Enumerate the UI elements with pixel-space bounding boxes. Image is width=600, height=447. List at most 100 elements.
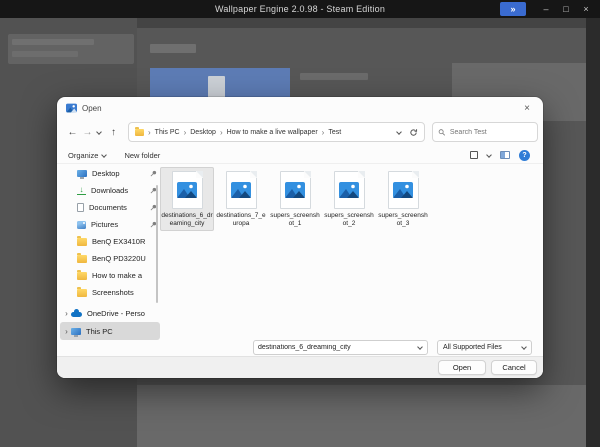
address-bar[interactable]: › This PC › Desktop › How to make a live…: [128, 122, 425, 142]
breadcrumb-item-this-pc[interactable]: This PC: [155, 129, 180, 136]
app-titlebar: Wallpaper Engine 2.0.98 - Steam Edition …: [0, 0, 600, 18]
sidebar-item-label: Pictures: [91, 220, 150, 229]
notification-flyout-button[interactable]: »: [500, 2, 526, 16]
file-name: supers_screenshot_1: [269, 212, 321, 228]
dialog-close-button[interactable]: ×: [520, 97, 534, 119]
breadcrumb-separator: ›: [322, 128, 325, 137]
recent-locations-chevron-icon[interactable]: [96, 129, 102, 135]
up-icon[interactable]: ↑: [106, 127, 121, 138]
file-name-combo: [253, 340, 428, 355]
documents-icon: [77, 203, 84, 212]
folder-icon: [135, 129, 144, 136]
open-button[interactable]: Open: [438, 360, 486, 375]
help-icon[interactable]: ?: [519, 150, 530, 161]
dialog-footer: File name: All Supported Files Open Canc…: [57, 337, 543, 378]
sidebar-item-label: BenQ EX3410R: [92, 237, 160, 246]
search-icon: [438, 128, 446, 137]
sidebar-item-label: Documents: [89, 203, 150, 212]
file-name-input[interactable]: [254, 344, 418, 351]
search-box[interactable]: [432, 122, 538, 142]
breadcrumb-item-how-to-make[interactable]: How to make a live wallpaper: [227, 129, 318, 136]
pictures-icon: [77, 221, 86, 229]
background-heading: [150, 44, 196, 53]
file-name: destinations_7_europa: [215, 212, 267, 228]
open-dialog-icon: [66, 103, 77, 113]
preview-pane-icon[interactable]: [500, 151, 510, 159]
back-icon[interactable]: ←: [65, 127, 80, 138]
sidebar-item-how-to-make[interactable]: How to make a: [60, 267, 160, 284]
sidebar-scrollbar[interactable]: [156, 185, 158, 303]
background-content-area: [137, 385, 586, 447]
file-item-destinations-7[interactable]: destinations_7_europa: [214, 167, 268, 231]
address-dropdown-chevron-icon[interactable]: [396, 129, 402, 135]
sidebar-item-label: Screenshots: [92, 288, 160, 297]
background-text-row: [12, 39, 94, 45]
sidebar-item-label: This PC: [86, 327, 160, 336]
image-file-icon: [334, 171, 365, 209]
sidebar-item-pictures[interactable]: Pictures: [60, 216, 160, 233]
folder-icon: [77, 238, 87, 246]
expand-chevron-icon[interactable]: ›: [62, 327, 71, 336]
file-type-chevron-icon: [521, 344, 527, 350]
background-right-edge: [586, 18, 600, 447]
dialog-toolbar: Organize New folder ?: [57, 147, 543, 164]
search-input[interactable]: [450, 129, 532, 136]
new-folder-button[interactable]: New folder: [124, 151, 160, 160]
image-file-icon: [172, 171, 203, 209]
sidebar-item-benq-ex3410r[interactable]: BenQ EX3410R: [60, 233, 160, 250]
breadcrumb-separator: ›: [184, 128, 187, 137]
close-button[interactable]: ×: [576, 0, 596, 18]
downloads-icon: [77, 186, 86, 195]
sidebar-item-downloads[interactable]: Downloads: [60, 182, 160, 199]
folder-icon: [77, 289, 87, 297]
dialog-body: Desktop Downloads Documents Pictures: [57, 165, 543, 337]
organize-chevron-icon: [102, 152, 108, 158]
breadcrumb-separator: ›: [148, 128, 151, 137]
sidebar-item-label: Desktop: [92, 169, 150, 178]
breadcrumb-item-test[interactable]: Test: [328, 129, 341, 136]
expand-chevron-icon[interactable]: ›: [62, 309, 71, 318]
file-item-supers-1[interactable]: supers_screenshot_1: [268, 167, 322, 231]
minimize-button[interactable]: –: [536, 0, 556, 18]
pin-icon[interactable]: [150, 170, 157, 177]
nav-controls: ← → ↑: [65, 122, 121, 142]
cancel-button[interactable]: Cancel: [491, 360, 537, 375]
image-file-icon: [280, 171, 311, 209]
sidebar: Desktop Downloads Documents Pictures: [60, 165, 160, 337]
file-item-supers-3[interactable]: supers_screenshot_3: [376, 167, 430, 231]
view-mode-icon[interactable]: [470, 151, 478, 159]
organize-button[interactable]: Organize: [68, 151, 106, 160]
sidebar-item-documents[interactable]: Documents: [60, 199, 160, 216]
file-item-supers-2[interactable]: supers_screenshot_2: [322, 167, 376, 231]
breadcrumb-separator: ›: [220, 128, 223, 137]
organize-label: Organize: [68, 151, 98, 160]
refresh-icon[interactable]: [409, 128, 418, 137]
dialog-button-row: Open Cancel: [57, 356, 543, 378]
file-item-destinations-6[interactable]: destinations_6_dreaming_city: [160, 167, 214, 231]
file-type-value: All Supported Files: [443, 344, 502, 351]
file-name: supers_screenshot_3: [377, 212, 429, 228]
image-file-icon: [388, 171, 419, 209]
folder-icon: [77, 272, 87, 280]
folder-icon: [77, 255, 87, 263]
sidebar-item-label: BenQ PD3220U: [92, 254, 160, 263]
sidebar-item-label: How to make a: [92, 271, 160, 280]
sidebar-item-label: Downloads: [91, 186, 150, 195]
image-file-icon: [226, 171, 257, 209]
file-name-chevron-icon[interactable]: [417, 344, 423, 350]
maximize-button[interactable]: □: [556, 0, 576, 18]
file-type-select[interactable]: All Supported Files: [437, 340, 532, 355]
sidebar-item-onedrive[interactable]: › OneDrive - Perso: [60, 304, 160, 322]
onedrive-cloud-icon: [71, 312, 82, 317]
sidebar-item-benq-pd3220u[interactable]: BenQ PD3220U: [60, 250, 160, 267]
sidebar-item-desktop[interactable]: Desktop: [60, 165, 160, 182]
dialog-titlebar: Open ×: [57, 97, 543, 119]
breadcrumb-item-desktop[interactable]: Desktop: [190, 129, 216, 136]
forward-icon[interactable]: →: [80, 127, 95, 138]
view-mode-chevron-icon[interactable]: [486, 152, 492, 158]
file-name: supers_screenshot_2: [323, 212, 375, 228]
screen: Wallpaper Engine 2.0.98 - Steam Edition …: [0, 0, 600, 447]
dialog-title: Open: [82, 104, 102, 113]
sidebar-item-screenshots[interactable]: Screenshots: [60, 284, 160, 301]
background-text-row: [300, 73, 368, 80]
